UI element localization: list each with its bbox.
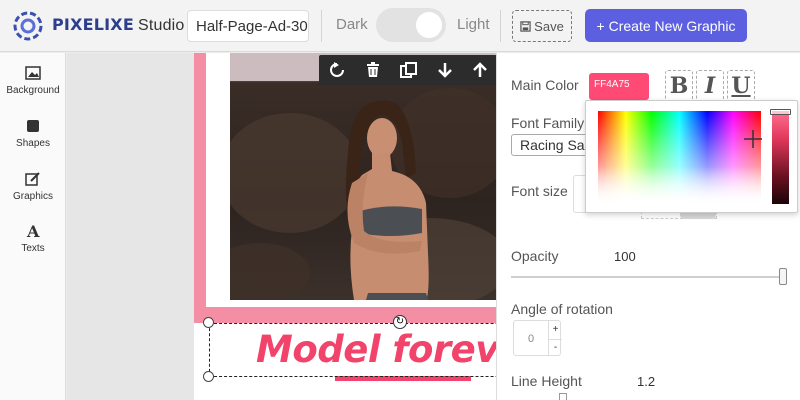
tool-graphics-label: Graphics xyxy=(12,191,53,202)
tool-texts[interactable]: A Texts xyxy=(0,223,66,254)
arrow-up-icon[interactable] xyxy=(472,62,487,78)
theme-toggle-knob[interactable] xyxy=(416,12,442,38)
document-name-input[interactable]: Half-Page-Ad-30 xyxy=(187,10,309,42)
angle-input[interactable]: 0 + - xyxy=(513,320,562,356)
underline-button[interactable]: U xyxy=(727,70,755,102)
create-label: + Create New Graphic xyxy=(596,17,736,34)
svg-text:A: A xyxy=(26,223,40,239)
divider xyxy=(500,10,501,42)
font-size-label: Font size xyxy=(511,183,568,199)
color-saturation-overlay xyxy=(598,111,761,204)
resize-handle-bottom-left[interactable] xyxy=(203,371,214,382)
font-family-label: Font Family xyxy=(511,115,585,131)
element-toolbar xyxy=(319,55,497,85)
line-height-value: 1.2 xyxy=(637,374,656,389)
angle-decrement-button[interactable]: - xyxy=(548,339,562,356)
brand-suffix: Studio xyxy=(137,17,185,34)
main-color-label: Main Color xyxy=(511,77,579,93)
italic-button[interactable]: I xyxy=(696,70,724,102)
divider xyxy=(321,10,322,42)
subline-text[interactable]: ...,,,,·,,,,,....... xyxy=(264,393,399,400)
theme-light-label: Light xyxy=(457,16,490,33)
save-button[interactable]: Save xyxy=(512,10,572,42)
main-color-hex[interactable]: FF4A75 xyxy=(594,79,630,90)
edit-icon xyxy=(25,172,40,186)
arrow-down-icon[interactable] xyxy=(438,62,453,78)
square-icon xyxy=(27,120,39,132)
color-hue-slider[interactable] xyxy=(772,111,789,204)
brand-name-text: PIXELIXE xyxy=(52,15,134,34)
logo-icon xyxy=(13,11,43,41)
left-toolbar: Background Shapes Graphics A Texts xyxy=(0,53,66,400)
color-hue-handle[interactable] xyxy=(770,109,791,115)
brand-name: PIXELIXE Studio xyxy=(52,15,185,35)
angle-increment-button[interactable]: + xyxy=(548,321,562,339)
angle-value: 0 xyxy=(528,333,535,345)
canvas-area[interactable]: Model forev ...,,,,·,,,,,....... ↻ xyxy=(67,53,569,400)
angle-label: Angle of rotation xyxy=(511,301,613,317)
save-label: Save xyxy=(534,18,564,34)
tool-shapes-label: Shapes xyxy=(16,138,50,149)
rotate-icon[interactable] xyxy=(329,62,345,78)
opacity-label: Opacity xyxy=(511,248,559,264)
opacity-slider[interactable] xyxy=(511,276,787,278)
app-root: PIXELIXE Studio Half-Page-Ad-30 Dark Ligh… xyxy=(0,0,800,400)
line-height-slider-thumb[interactable] xyxy=(559,393,567,400)
line-height-label: Line Height xyxy=(511,373,582,389)
top-bar: PIXELIXE Studio Half-Page-Ad-30 Dark Ligh… xyxy=(0,0,800,52)
rotate-handle[interactable]: ↻ xyxy=(393,315,407,329)
tool-graphics[interactable]: Graphics xyxy=(0,171,66,202)
theme-toggle[interactable] xyxy=(376,8,446,42)
tool-background[interactable]: Background xyxy=(0,65,66,96)
tool-shapes[interactable]: Shapes xyxy=(0,118,66,149)
photo-illustration xyxy=(230,53,496,300)
opacity-slider-thumb[interactable] xyxy=(779,268,787,285)
text-icon: A xyxy=(26,223,40,239)
trash-icon[interactable] xyxy=(366,62,380,78)
image-icon xyxy=(25,66,41,80)
color-picker-popup xyxy=(585,100,798,213)
crosshair-icon[interactable] xyxy=(744,130,762,148)
save-icon xyxy=(520,20,531,32)
resize-handle-top-left[interactable] xyxy=(203,317,214,328)
model-photo[interactable] xyxy=(230,53,496,300)
duplicate-icon[interactable] xyxy=(399,62,418,78)
opacity-value: 100 xyxy=(614,249,636,264)
theme-dark-label: Dark xyxy=(336,16,368,33)
bold-button[interactable]: B xyxy=(665,70,693,102)
create-new-graphic-button[interactable]: + Create New Graphic xyxy=(585,9,747,42)
tool-background-label: Background xyxy=(6,85,60,96)
tool-texts-label: Texts xyxy=(21,243,45,254)
